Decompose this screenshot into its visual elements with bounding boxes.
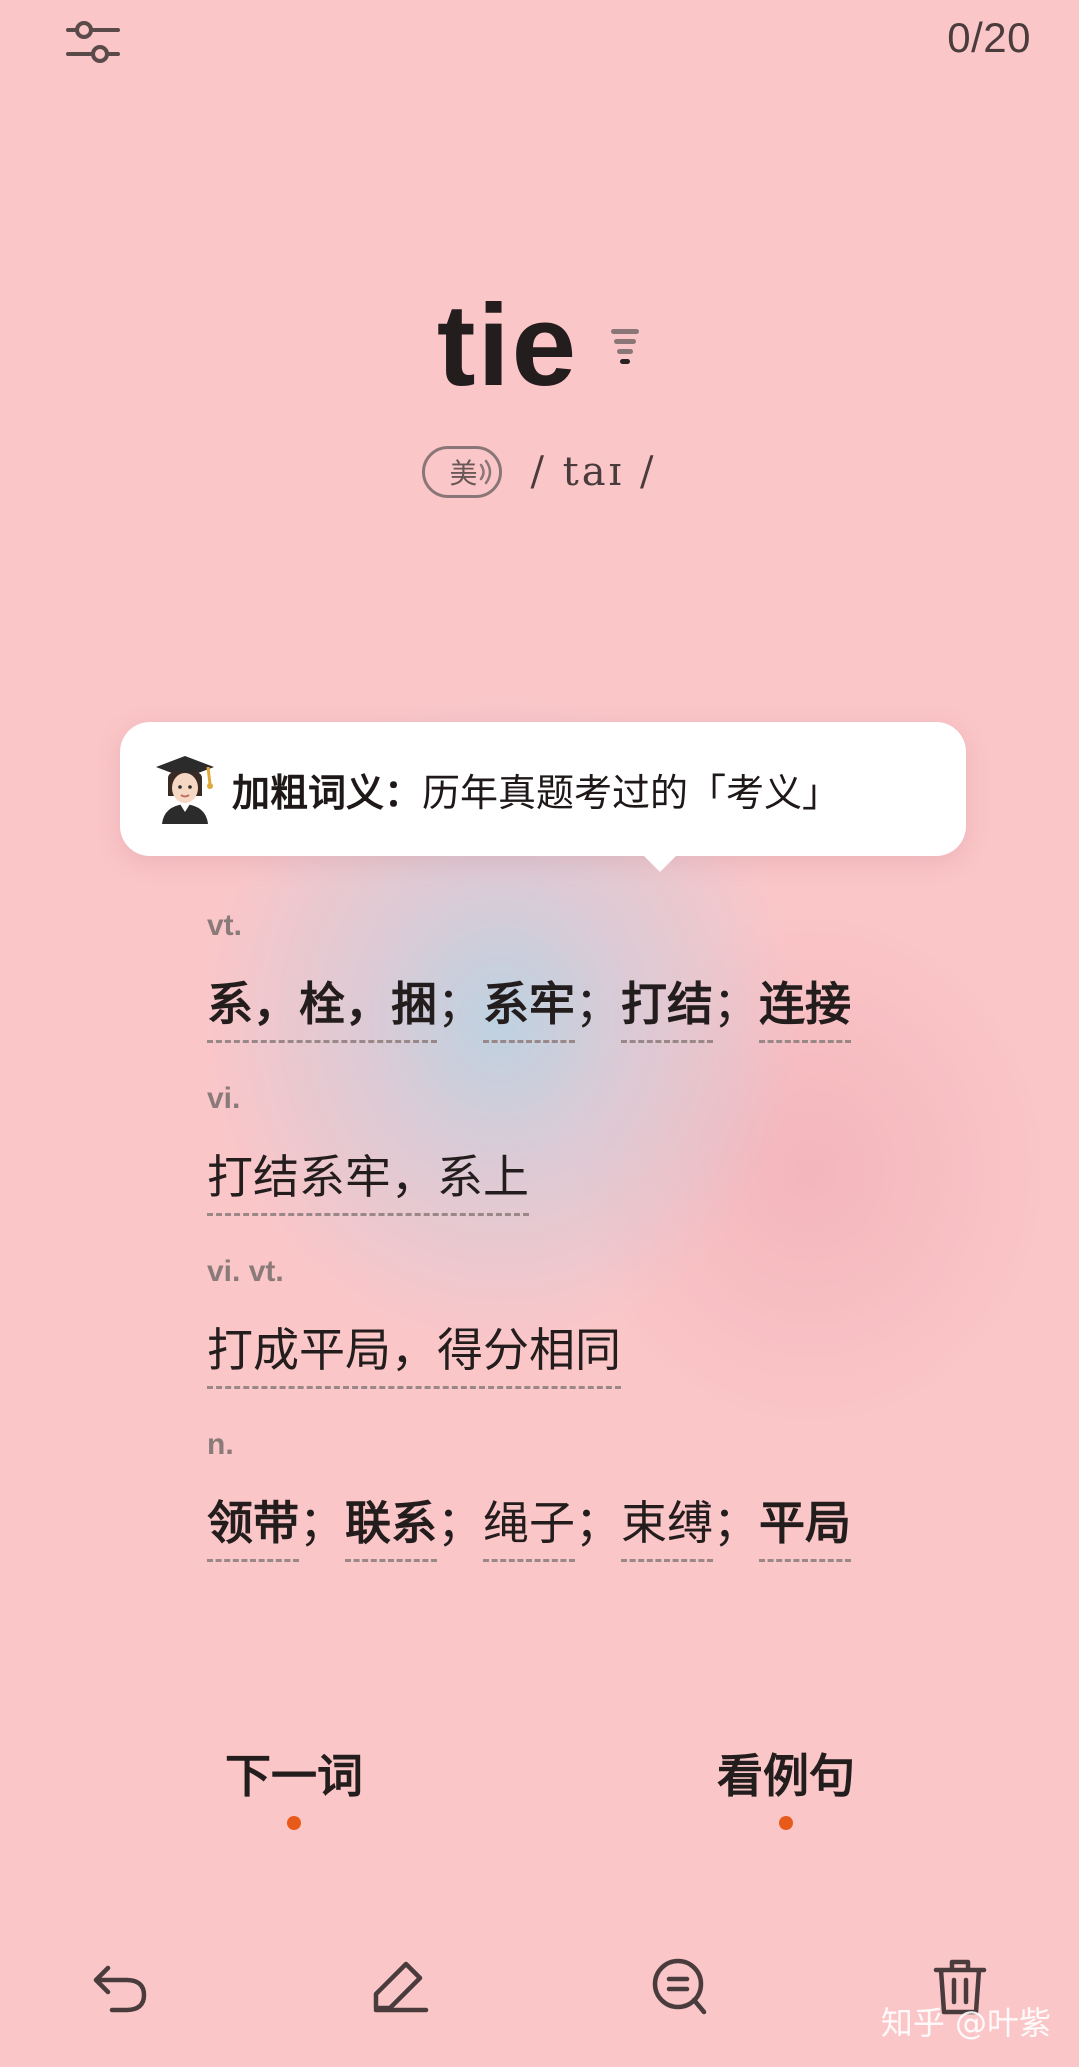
edit-icon[interactable]: [370, 1956, 430, 2016]
meaning-term[interactable]: 打结: [621, 974, 713, 1043]
word-header: tie: [0, 280, 1079, 410]
watermark: 知乎 @叶紫: [880, 2004, 1051, 2042]
part-of-speech: n.: [207, 1428, 234, 1461]
meaning-term[interactable]: 连接: [759, 974, 851, 1043]
tooltip-bold-label: 加粗词义：: [232, 770, 423, 815]
student-avatar-icon: [154, 754, 216, 824]
meaning-line: 领带；联系；绳子；束缚；平局: [207, 1493, 851, 1562]
phonetic-text: / taɪ /: [530, 449, 657, 495]
undo-icon[interactable]: [90, 1956, 150, 2016]
next-word-indicator-dot: [287, 1816, 301, 1830]
tooltip-text: 历年真题考过的「考义」: [422, 770, 841, 815]
meaning-term[interactable]: 系牢: [483, 974, 575, 1043]
part-of-speech: vi. vt.: [207, 1255, 284, 1288]
meaning-term[interactable]: 束缚: [621, 1493, 713, 1562]
meaning-term[interactable]: 平局: [759, 1493, 851, 1562]
meaning-term[interactable]: 系，栓，捆: [207, 974, 437, 1043]
sliders-icon[interactable]: [64, 18, 122, 68]
definition-group: vi. vt. 打成平局，得分相同: [207, 1252, 851, 1389]
meaning-line: 打结系牢，系上: [207, 1147, 851, 1216]
meaning-term[interactable]: 联系: [345, 1493, 437, 1562]
definition-group: vi. 打结系牢，系上: [207, 1079, 851, 1216]
speaker-icon[interactable]: [608, 325, 642, 371]
next-word-button[interactable]: 下一词: [174, 1740, 414, 1806]
part-of-speech: vt.: [207, 909, 243, 942]
meaning-line: 打成平局，得分相同: [207, 1320, 851, 1389]
meaning-term[interactable]: 领带: [207, 1493, 299, 1562]
comment-icon[interactable]: [650, 1956, 710, 2016]
meaning-term[interactable]: 打结系牢，系上: [207, 1147, 529, 1216]
definition-group: vt. 系，栓，捆；系牢；打结；连接: [207, 906, 851, 1043]
meaning-term[interactable]: 打成平局，得分相同: [207, 1320, 621, 1389]
meaning-line: 系，栓，捆；系牢；打结；连接: [207, 974, 851, 1043]
pronunciation-button[interactable]: 美: [422, 446, 503, 498]
definitions-list: vt. 系，栓，捆；系牢；打结；连接 vi. 打结系牢，系上 vi. vt. 打…: [207, 906, 851, 1598]
phonetic-row: 美 / taɪ /: [0, 446, 1079, 498]
bold-meaning-tooltip[interactable]: 加粗词义： 历年真题考过的「考义」: [120, 722, 966, 872]
part-of-speech: vi.: [207, 1082, 241, 1115]
sound-wave-icon: [477, 457, 495, 487]
progress-counter: 0/20: [947, 14, 1031, 61]
meaning-term[interactable]: 绳子: [483, 1493, 575, 1562]
definition-group: n. 领带；联系；绳子；束缚；平局: [207, 1425, 851, 1562]
view-examples-indicator-dot: [779, 1816, 793, 1830]
region-label: 美: [449, 457, 478, 490]
view-examples-button[interactable]: 看例句: [666, 1740, 906, 1806]
word-text: tie: [436, 280, 579, 410]
